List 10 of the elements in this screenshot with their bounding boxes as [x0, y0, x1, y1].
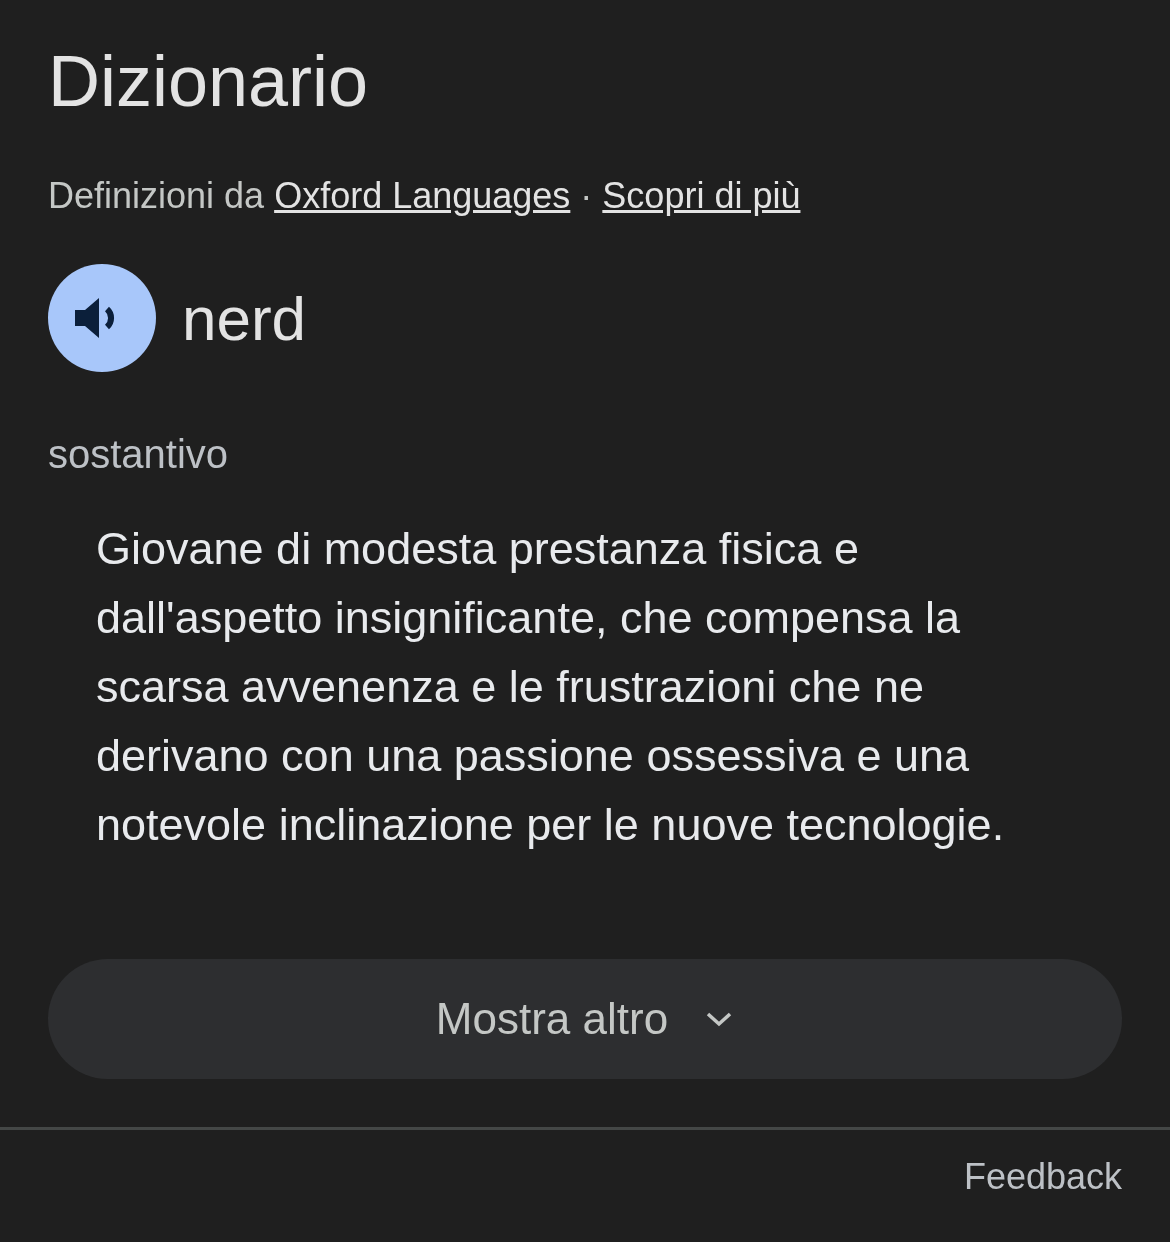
separator-dot: ·: [580, 174, 593, 218]
learn-more-link[interactable]: Scopri di più: [602, 174, 801, 218]
headword: nerd: [182, 282, 307, 354]
source-link[interactable]: Oxford Languages: [274, 174, 571, 218]
section-title: Dizionario: [48, 40, 370, 123]
definition-text: Giovane di modesta prestanza fisica e dall'aspetto insignificante, che compensa la scarsa avvenenza e le frustrazioni che ne derivano con una passione ossessiva e una notevole inclinazione per le nuove tecnologie.: [96, 522, 1006, 852]
show-more-button[interactable]: Mostra altro: [48, 959, 1122, 1079]
part-of-speech: sostantivo: [48, 431, 230, 478]
feedback-link[interactable]: Feedback: [963, 1156, 1122, 1198]
attribution-text: Definizioni da: [48, 174, 265, 218]
